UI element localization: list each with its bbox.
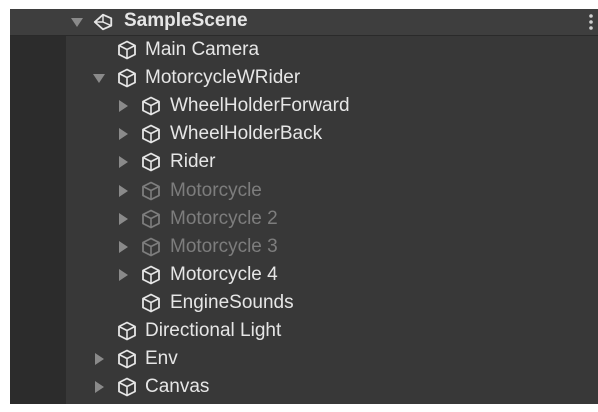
hierarchy-item-label: Canvas (145, 376, 210, 398)
hierarchy-item[interactable]: Canvas (10, 373, 598, 401)
hierarchy-item-label: MotorcycleWRider (145, 67, 301, 89)
hierarchy-item[interactable]: Directional Light (10, 317, 598, 345)
hierarchy-item[interactable]: MotorcycleWRider (10, 64, 598, 92)
hierarchy-item-label: Env (145, 348, 178, 370)
gameobject-cube-icon (118, 321, 136, 341)
gameobject-cube-icon (118, 68, 136, 88)
hierarchy-item-label: Rider (170, 151, 216, 173)
gameobject-cube-icon (118, 377, 136, 397)
hierarchy-item[interactable]: Motorcycle (10, 177, 598, 205)
gameobject-cube-icon (142, 152, 160, 172)
hierarchy-item[interactable]: Main Camera (10, 36, 598, 64)
hierarchy-item-label: Motorcycle (170, 179, 262, 201)
expand-arrow-right-icon[interactable] (119, 212, 128, 225)
gameobject-cube-icon (142, 181, 160, 200)
hierarchy-item-label: WheelHolderBack (170, 123, 323, 145)
hierarchy-item-label: Motorcycle 4 (170, 263, 278, 285)
scene-name: SampleScene (124, 10, 248, 31)
hierarchy-item[interactable]: EngineSounds (10, 289, 598, 317)
hierarchy-item[interactable]: WheelHolderBack (10, 120, 598, 148)
expand-arrow-right-icon[interactable] (119, 156, 128, 169)
hierarchy-item-label: EngineSounds (170, 291, 294, 313)
gameobject-cube-icon (142, 96, 160, 116)
hierarchy-item-label: Directional Light (145, 320, 282, 341)
vertical-dots-menu-icon[interactable] (588, 12, 594, 32)
hierarchy-panel[interactable]: SampleScene Main Camera MotorcycleWRider W… (10, 9, 598, 404)
expand-arrow-right-icon[interactable] (119, 100, 128, 113)
screenshot-frame: SampleScene Main Camera MotorcycleWRider W… (0, 0, 598, 412)
hierarchy-item[interactable]: WheelHolderForward (10, 92, 598, 120)
scene-expand-arrow-icon[interactable] (71, 18, 83, 27)
scene-header-row[interactable]: SampleScene (10, 9, 598, 36)
gameobject-cube-icon (118, 349, 136, 369)
hierarchy-item[interactable]: Motorcycle 3 (10, 233, 598, 261)
hierarchy-item[interactable]: Motorcycle 4 (10, 261, 598, 289)
expand-arrow-right-icon[interactable] (119, 184, 128, 197)
gameobject-cube-icon (142, 237, 160, 257)
unity-scene-icon (93, 13, 113, 31)
gameobject-cube-icon (142, 293, 160, 313)
hierarchy-item-label: WheelHolderForward (170, 95, 350, 117)
expand-arrow-right-icon[interactable] (95, 353, 104, 366)
gameobject-cube-icon (142, 209, 160, 228)
hierarchy-item[interactable]: Motorcycle 2 (10, 205, 598, 233)
hierarchy-item-label: Motorcycle 2 (170, 207, 278, 229)
hierarchy-item[interactable]: Env (10, 345, 598, 373)
hierarchy-item-label: Motorcycle 3 (170, 235, 278, 257)
expand-arrow-down-icon[interactable] (93, 74, 105, 84)
hierarchy-item[interactable]: Rider (10, 148, 598, 176)
expand-arrow-right-icon[interactable] (119, 268, 128, 281)
gameobject-cube-icon (118, 40, 136, 60)
expand-arrow-right-icon[interactable] (95, 381, 104, 394)
gameobject-cube-icon (142, 124, 160, 144)
gameobject-cube-icon (142, 265, 160, 285)
hierarchy-item-label: Main Camera (145, 39, 260, 60)
expand-arrow-right-icon[interactable] (119, 128, 128, 141)
expand-arrow-right-icon[interactable] (119, 240, 128, 253)
